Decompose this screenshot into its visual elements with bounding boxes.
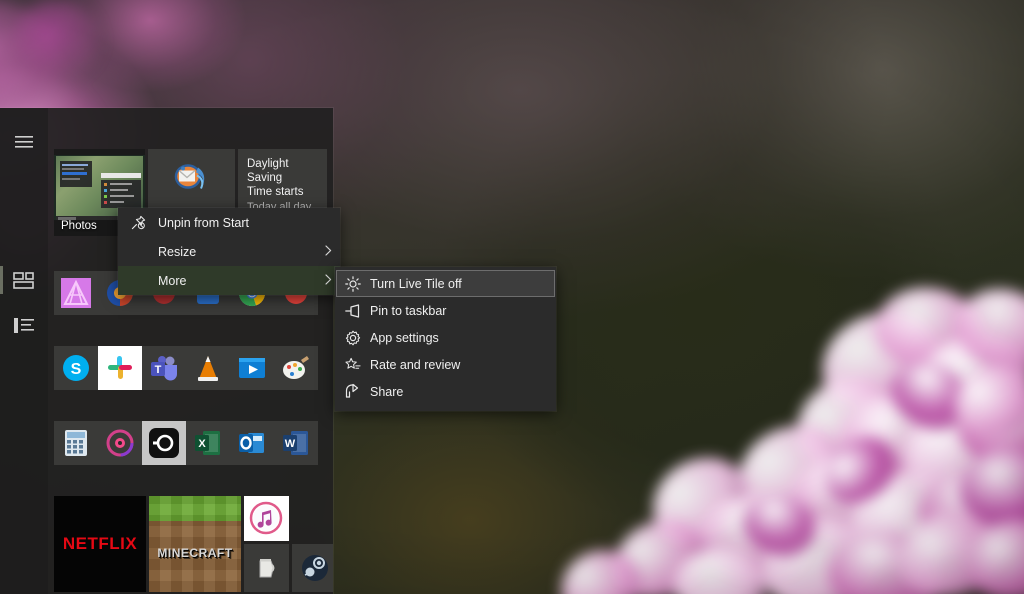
context-menu-item-unpin-from-start[interactable]: Unpin from Start (118, 208, 340, 237)
app-tile-word[interactable]: W (274, 421, 318, 465)
skype-icon: S (61, 353, 91, 383)
tile-itunes[interactable] (244, 496, 289, 541)
app-tile-affinity-photo[interactable] (54, 271, 98, 315)
app-tile-calculator[interactable] (54, 421, 98, 465)
app-tile-vlc[interactable] (186, 346, 230, 390)
svg-text:W: W (285, 438, 296, 450)
submenu-label-app-settings: App settings (370, 331, 439, 345)
teams-icon: T (149, 354, 179, 382)
context-menu-item-resize[interactable]: Resize (118, 237, 340, 266)
slack-icon (107, 355, 133, 381)
app-tile-movies-and-tv[interactable] (230, 346, 274, 390)
sidebar-item-all-apps[interactable] (0, 303, 48, 347)
app-tile-obs-studio[interactable] (142, 421, 186, 465)
desktop-screen: Photos (0, 0, 1024, 594)
movies-tv-icon (237, 355, 267, 381)
itunes-icon (249, 501, 283, 535)
start-menu-panel: Photos (0, 108, 333, 594)
app-tile-groove-music[interactable] (98, 421, 142, 465)
minecraft-pixel-texture (149, 496, 241, 592)
tile-minecraft[interactable]: MINECRAFT (149, 496, 241, 592)
tile-netflix[interactable]: NETFLIX (54, 496, 146, 592)
submenu-label-turn-live-tile-off: Turn Live Tile off (370, 277, 462, 291)
steam-icon (300, 553, 330, 583)
submenu-label-rate-and-review: Rate and review (370, 358, 460, 372)
app-tile-slack[interactable] (98, 346, 142, 390)
unpin-icon (118, 215, 158, 230)
more-submenu: Turn Live Tile off Pin to taskbar App se… (335, 267, 556, 411)
netflix-logo: NETFLIX (54, 534, 146, 554)
svg-text:X: X (198, 438, 206, 450)
pin-icon (336, 304, 370, 318)
affinity-photo-icon (61, 278, 91, 308)
star-icon (336, 357, 370, 372)
submenu-item-app-settings[interactable]: App settings (336, 324, 555, 351)
outlook-icon (238, 429, 266, 457)
calculator-icon (64, 429, 88, 457)
app-tile-excel[interactable]: X (186, 421, 230, 465)
tile-steam[interactable] (292, 544, 333, 592)
calendar-event-line2: Time starts (247, 185, 321, 199)
tile-label-photos: Photos (61, 220, 97, 232)
hamburger-icon (15, 136, 33, 149)
tile-context-menu: Unpin from Start Resize More (118, 208, 340, 295)
sidebar-item-pinned-tiles[interactable] (0, 258, 48, 302)
chevron-right-icon (316, 245, 340, 259)
live-tile-icon (336, 276, 370, 292)
start-menu-rail (0, 108, 48, 594)
tile-mail[interactable] (148, 149, 235, 209)
mail-fish-icon (172, 162, 212, 197)
submenu-item-turn-live-tile-off[interactable]: Turn Live Tile off (336, 270, 555, 297)
gear-icon (336, 330, 370, 346)
app-tile-outlook[interactable] (230, 421, 274, 465)
app-tile-skype[interactable]: S (54, 346, 98, 390)
list-icon (14, 318, 34, 333)
tiles-icon (14, 273, 34, 288)
submenu-item-pin-to-taskbar[interactable]: Pin to taskbar (336, 297, 555, 324)
share-icon (336, 384, 370, 399)
context-menu-label-more: More (158, 274, 316, 288)
app-tile-paint-3d[interactable] (274, 346, 318, 390)
calendar-event: Daylight Saving Time starts Today all da… (247, 157, 321, 209)
calendar-event-line1: Daylight Saving (247, 157, 321, 185)
word-icon: W (282, 429, 310, 457)
svg-text:S: S (71, 361, 82, 378)
context-menu-item-more[interactable]: More (118, 266, 340, 295)
obs-studio-icon (149, 428, 179, 458)
sidebar-item-hamburger[interactable] (0, 120, 48, 164)
minecraft-logo: MINECRAFT (149, 546, 241, 560)
tile-pitcher-app[interactable] (244, 544, 289, 592)
groove-music-icon (105, 428, 135, 458)
tile-calendar[interactable]: Daylight Saving Time starts Today all da… (238, 149, 327, 209)
svg-text:T: T (155, 364, 162, 376)
start-menu-tiles: Photos (48, 108, 333, 594)
submenu-label-share: Share (370, 385, 403, 399)
paint-3d-icon (281, 354, 311, 382)
context-menu-label-resize: Resize (158, 245, 316, 259)
submenu-label-pin-to-taskbar: Pin to taskbar (370, 304, 446, 318)
submenu-item-share[interactable]: Share (336, 378, 555, 405)
app-tile-microsoft-teams[interactable]: T (142, 346, 186, 390)
vlc-icon (194, 353, 222, 383)
context-menu-label-unpin-from-start: Unpin from Start (158, 216, 316, 230)
pitcher-icon (254, 555, 280, 581)
excel-icon: X (194, 429, 222, 457)
submenu-item-rate-and-review[interactable]: Rate and review (336, 351, 555, 378)
